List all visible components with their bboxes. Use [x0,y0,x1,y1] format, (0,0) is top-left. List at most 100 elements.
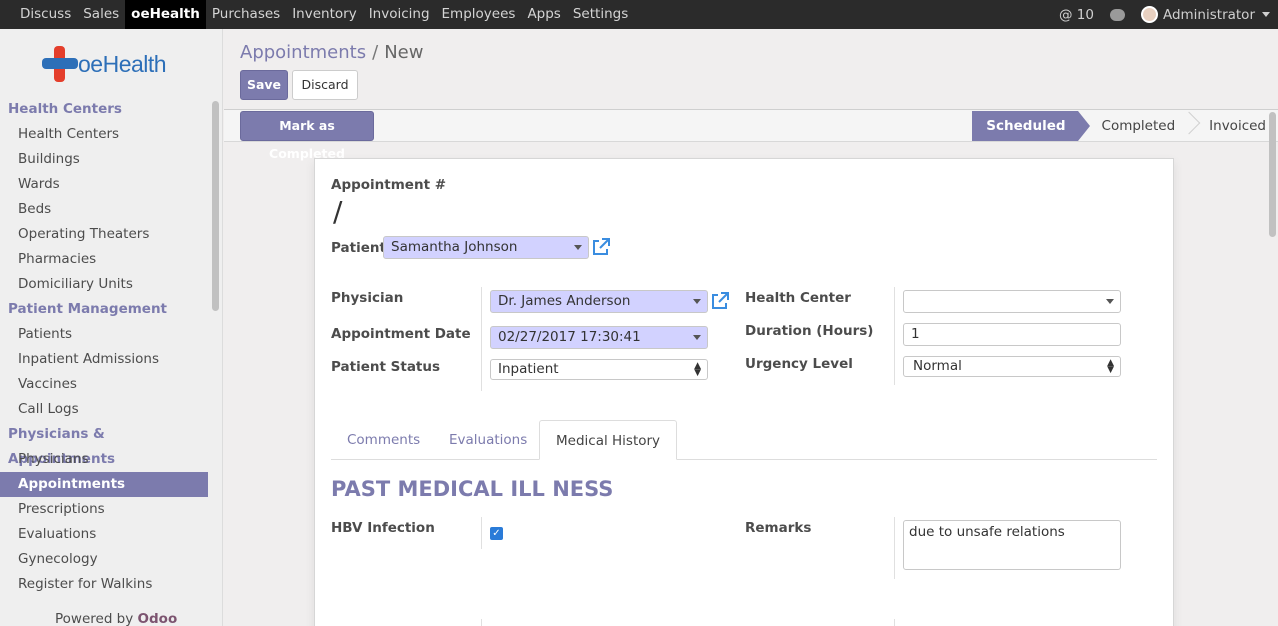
external-link-icon[interactable] [710,291,730,311]
physician-label: Physician [331,290,404,306]
remarks-label: Remarks [745,520,812,536]
app-menu: Discuss Sales oeHealth Purchases Invento… [14,0,634,29]
group-divider [894,619,895,626]
medical-cross-icon [42,46,78,82]
chevron-down-icon [1106,299,1114,304]
mark-as-completed-button[interactable]: Mark as Completed [240,111,374,161]
hbv-infection-label: HBV Infection [331,520,435,536]
user-menu[interactable]: Administrator [1140,6,1270,23]
chat-button[interactable] [1109,8,1125,21]
main-scrollbar[interactable] [1269,112,1276,237]
appointment-date-value: 02/27/2017 17:30:41 [498,329,641,345]
patient-field[interactable]: Samantha Johnson [383,236,589,259]
sidebar-item-call-logs[interactable]: Call Logs [0,397,208,422]
menu-sales[interactable]: Sales [77,0,125,29]
menu-purchases[interactable]: Purchases [206,0,286,29]
notebook-tabs: Comments Evaluations Medical History [331,420,1157,460]
powered-prefix: Powered by [55,611,134,626]
tab-evaluations[interactable]: Evaluations [433,420,543,460]
group-divider [481,619,482,626]
sidebar-scrollbar[interactable] [212,101,219,311]
sidebar-item-appointments[interactable]: Appointments [0,472,208,497]
sidebar-item-gynecology[interactable]: Gynecology [0,547,208,572]
sidebar-section-patient-management: Patient Management [8,301,168,317]
patient-status-label: Patient Status [331,359,441,375]
avatar [1140,6,1158,23]
select-arrows-icon: ▲ ▼ [694,361,701,378]
breadcrumb-separator: / [372,42,379,63]
section-title: PAST MEDICAL ILL NESS [331,477,614,501]
sidebar-nav: Health Centers Health Centers Buildings … [0,97,208,597]
group-divider [894,517,895,579]
physician-field[interactable]: Dr. James Anderson [490,290,708,313]
remarks-textarea[interactable]: due to unsafe relations [903,520,1121,570]
external-link-icon[interactable] [591,237,611,257]
stage-scheduled[interactable]: Scheduled [972,111,1090,141]
odoo-link[interactable]: Odoo [138,611,178,626]
sidebar-item-pharmacies[interactable]: Pharmacies [0,247,208,272]
group-divider [481,517,482,549]
discard-button[interactable]: Discard [292,70,358,100]
user-name: Administrator [1162,6,1255,23]
menu-apps[interactable]: Apps [521,0,566,29]
chevron-down-icon [693,299,701,304]
sidebar-item-patients[interactable]: Patients [0,322,208,347]
sidebar-item-buildings[interactable]: Buildings [0,147,208,172]
group-divider [481,287,482,391]
tab-comments[interactable]: Comments [331,420,436,460]
urgency-level-value: Normal [913,358,962,374]
sidebar-section-health-centers: Health Centers [8,101,122,117]
form-sheet: Appointment # / Patient Samantha Johnson… [314,158,1174,626]
hbv-infection-checkbox[interactable]: ✓ [490,527,503,540]
sidebar-item-inpatient-admissions[interactable]: Inpatient Admissions [0,347,208,372]
appointment-date-field[interactable]: 02/27/2017 17:30:41 [490,326,708,349]
breadcrumb-parent[interactable]: Appointments [240,42,366,63]
oehealth-logo: oeHealth [42,46,167,82]
menu-settings[interactable]: Settings [567,0,634,29]
sidebar-item-vaccines[interactable]: Vaccines [0,372,208,397]
mentions-indicator[interactable]: @ 10 [1059,7,1094,23]
menu-inventory[interactable]: Inventory [286,0,362,29]
save-button[interactable]: Save [240,70,288,100]
patient-value: Samantha Johnson [391,239,518,255]
sidebar-item-operating-theaters[interactable]: Operating Theaters [0,222,208,247]
stage-completed[interactable]: Completed [1078,111,1196,141]
health-center-label: Health Center [745,290,851,306]
sidebar-item-evaluations[interactable]: Evaluations [0,522,208,547]
logo-text: oeHealth [78,50,167,77]
duration-input[interactable]: 1 [903,323,1121,346]
chevron-down-icon [693,335,701,340]
appointment-number-label: Appointment # [331,177,447,193]
sidebar-item-health-centers[interactable]: Health Centers [0,122,208,147]
tab-medical-history[interactable]: Medical History [539,420,678,460]
appointment-number-value: / [333,195,343,228]
control-panel: Appointments / New Save Discard [224,29,1278,110]
sidebar-item-register-for-walkins[interactable]: Register for Walkins [0,572,208,597]
group-divider [894,287,895,385]
stage-invoiced[interactable]: Invoiced [1195,111,1268,141]
chat-bubble-icon [1109,8,1125,21]
chevron-down-icon [574,245,582,250]
sidebar: oeHealth Health Centers Health Centers B… [0,29,223,626]
menu-discuss[interactable]: Discuss [14,0,77,29]
patient-status-select[interactable]: Inpatient ▲ ▼ [490,359,708,380]
sidebar-item-prescriptions[interactable]: Prescriptions [0,497,208,522]
sidebar-section-physicians-appointments: Physicians & Appointments [8,426,116,467]
patient-status-value: Inpatient [498,361,559,377]
appointment-date-label: Appointment Date [331,326,471,342]
sidebar-item-domiciliary-units[interactable]: Domiciliary Units [0,272,208,297]
breadcrumb-current: New [384,42,424,63]
select-arrows-icon: ▲ ▼ [1107,358,1114,375]
sidebar-item-beds[interactable]: Beds [0,197,208,222]
stage-pipeline: Scheduled Completed Invoiced [972,111,1268,141]
sidebar-item-wards[interactable]: Wards [0,172,208,197]
urgency-level-select[interactable]: Normal ▲ ▼ [903,356,1121,377]
health-center-field[interactable] [903,290,1121,313]
urgency-level-label: Urgency Level [745,356,853,372]
duration-label: Duration (Hours) [745,323,874,339]
powered-by: Powered by Odoo [55,611,177,626]
menu-invoicing[interactable]: Invoicing [363,0,436,29]
menu-employees[interactable]: Employees [436,0,522,29]
menu-oehealth[interactable]: oeHealth [125,0,206,29]
physician-value: Dr. James Anderson [498,293,631,309]
